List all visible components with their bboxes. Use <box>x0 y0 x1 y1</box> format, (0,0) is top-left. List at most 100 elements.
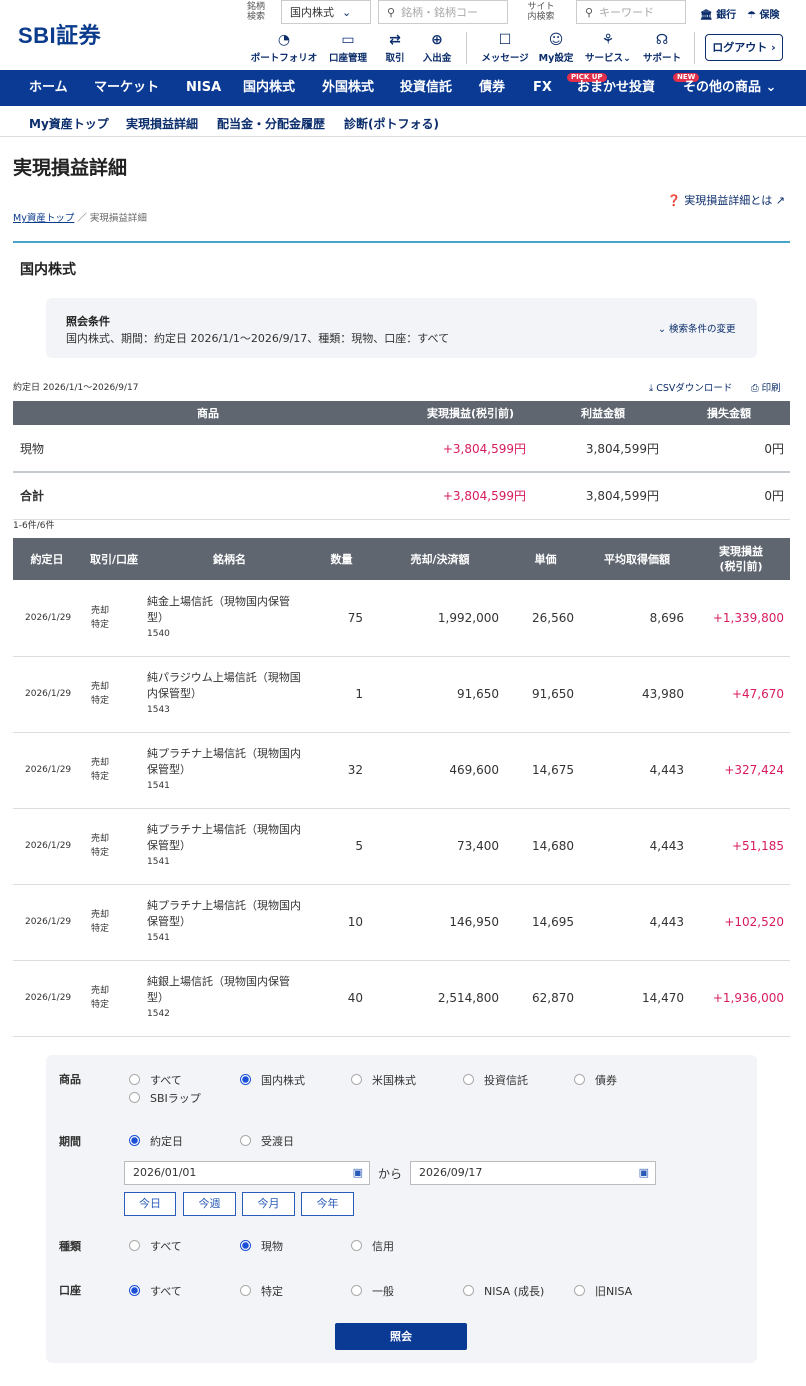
breadcrumb-home[interactable]: My資産トップ <box>13 213 74 224</box>
price-cell: 62,870 <box>509 960 582 1037</box>
price-cell: 26,560 <box>509 580 582 657</box>
nav-funds[interactable]: 投資信託 <box>400 70 452 106</box>
help-link[interactable]: ❓ 実現損益詳細とは ↗ <box>667 192 785 208</box>
product-radio[interactable]: SBIラップ <box>129 1090 201 1106</box>
nav-market[interactable]: マーケット <box>94 70 159 106</box>
csv-download-link[interactable]: ⤓ CSVダウンロード <box>649 380 732 394</box>
radio-icon <box>463 1074 474 1085</box>
section-title: 国内株式 <box>20 262 76 278</box>
this-month-button[interactable]: 今月 <box>242 1192 295 1216</box>
insurance-link[interactable]: ☂ 保険 <box>747 6 779 21</box>
date-from-field[interactable]: 2026/01/01 ▣ <box>124 1161 370 1185</box>
my-settings-button[interactable]: ☺ My設定 <box>537 32 575 64</box>
stock-name-cell: 純プラチナ上場信託（現物国内保管型） 1541 <box>147 808 312 885</box>
pie-chart-icon: ◔ <box>277 32 291 48</box>
account-radio[interactable]: すべて <box>129 1283 182 1299</box>
period-radio[interactable]: 受渡日 <box>240 1133 294 1149</box>
subnav-realized-pl[interactable]: 実現損益詳細 <box>126 115 198 132</box>
col-loss: 損失金額 <box>668 401 790 425</box>
product-radio[interactable]: 国内株式 <box>240 1072 305 1088</box>
trade-account-cell: 売却 特定 <box>81 884 147 961</box>
date-to-field[interactable]: 2026/09/17 ▣ <box>410 1161 656 1185</box>
stock-code: 1542 <box>147 1009 170 1019</box>
stock-name[interactable]: 純プラチナ上場信託（現物国内保管型） <box>147 746 304 778</box>
site-search-input[interactable]: ⚲ キーワード <box>576 0 686 24</box>
print-link[interactable]: ⎙ 印刷 <box>751 380 781 394</box>
total-label: 合計 <box>13 472 403 520</box>
main-nav: ホーム マーケット NISA 国内株式 外国株式 投資信託 債券 FX PICK… <box>0 70 806 106</box>
account-radio[interactable]: 一般 <box>351 1283 394 1299</box>
bank-icon: 🏛 <box>700 10 713 21</box>
services-button[interactable]: ⚘ サービス⌄ <box>583 32 633 64</box>
market-select-value: 国内株式 <box>290 6 334 19</box>
today-button[interactable]: 今日 <box>124 1192 176 1216</box>
product-radio[interactable]: 債券 <box>574 1072 617 1088</box>
stock-search-placeholder: 銘柄・銘柄コー <box>401 6 479 19</box>
sbi-logo[interactable]: SBI証券 <box>18 18 101 50</box>
subnav-diagnosis[interactable]: 診断(ポトフォる) <box>344 115 439 132</box>
account-button[interactable]: ▭ 口座管理 <box>326 32 370 64</box>
submit-button[interactable]: 照会 <box>335 1323 467 1350</box>
card-icon: ▭ <box>341 32 355 48</box>
nav-robo-investment[interactable]: おまかせ投資 <box>577 70 655 106</box>
product-radio[interactable]: すべて <box>129 1072 182 1088</box>
trade-type: 売却 <box>91 682 110 692</box>
trade-button[interactable]: ⇄ 取引 <box>381 32 409 64</box>
period-radio[interactable]: 約定日 <box>129 1133 183 1149</box>
realized-pl-cell: +1,936,000 <box>692 960 790 1037</box>
stock-search-input[interactable]: ⚲ 銘柄・銘柄コー <box>378 0 508 24</box>
date-from-value: 2026/01/01 <box>133 1166 197 1179</box>
bank-link[interactable]: 🏛 銀行 <box>700 6 736 21</box>
product-radio[interactable]: 米国株式 <box>351 1072 416 1088</box>
stock-name[interactable]: 純プラチナ上場信託（現物国内保管型） <box>147 822 304 854</box>
avg-cost-cell: 8,696 <box>582 580 692 657</box>
account-radio[interactable]: 旧NISA <box>574 1283 632 1299</box>
period-option-label: 約定日 <box>150 1135 183 1148</box>
product-option-label: 債券 <box>595 1074 617 1087</box>
type-radio[interactable]: すべて <box>129 1238 182 1254</box>
nav-domestic-stocks[interactable]: 国内株式 <box>243 70 295 106</box>
subnav-dividend-history[interactable]: 配当金・分配金履歴 <box>217 115 325 132</box>
radio-icon <box>574 1285 585 1296</box>
type-radio[interactable]: 現物 <box>240 1238 283 1254</box>
search-icon: ⚲ <box>585 5 594 19</box>
account-radio[interactable]: 特定 <box>240 1283 283 1299</box>
csv-download-label: CSVダウンロード <box>656 383 733 394</box>
type-radio[interactable]: 信用 <box>351 1238 394 1254</box>
nav-fx[interactable]: FX <box>533 70 552 106</box>
product-radio[interactable]: 投資信託 <box>463 1072 528 1088</box>
this-year-button[interactable]: 今年 <box>301 1192 354 1216</box>
radio-icon <box>129 1135 140 1146</box>
print-icon: ⎙ <box>751 383 759 394</box>
qty-cell: 40 <box>312 960 371 1037</box>
stock-name[interactable]: 純パラジウム上場信託（現物国内保管型） <box>147 670 304 702</box>
nav-home[interactable]: ホーム <box>29 70 68 106</box>
qty-cell: 75 <box>312 580 371 657</box>
amount-cell: 2,514,800 <box>371 960 509 1037</box>
nav-foreign-stocks[interactable]: 外国株式 <box>322 70 374 106</box>
amount-cell: 146,950 <box>371 884 509 961</box>
account-radio[interactable]: NISA (成長) <box>463 1283 544 1299</box>
deposit-label: 入出金 <box>422 53 452 64</box>
account-option-label: 旧NISA <box>595 1285 633 1298</box>
change-conditions-link[interactable]: ⌄ 検索条件の変更 <box>658 321 736 335</box>
market-select[interactable]: 国内株式 ⌄ <box>281 0 371 24</box>
portfolio-button[interactable]: ◔ ポートフォリオ <box>249 32 319 64</box>
this-week-button[interactable]: 今週 <box>183 1192 236 1216</box>
deposit-button[interactable]: ⊕ 入出金 <box>420 32 454 64</box>
nav-nisa[interactable]: NISA <box>186 70 221 106</box>
trade-label: 取引 <box>385 53 405 64</box>
subnav-asset-top[interactable]: My資産トップ <box>29 115 109 132</box>
trade-account-cell: 売却 特定 <box>81 808 147 885</box>
insurance-link-label: 保険 <box>759 10 780 21</box>
message-button[interactable]: ☐ メッセージ <box>479 32 531 64</box>
stock-name[interactable]: 純金上場信託（現物国内保管型） <box>147 594 304 626</box>
nav-other-products[interactable]: その他の商品 ⌄ <box>683 70 776 106</box>
logout-button[interactable]: ログアウト › <box>705 34 783 61</box>
download-icon: ⤓ <box>649 383 654 394</box>
coin-icon: ⊕ <box>431 32 443 48</box>
nav-bonds[interactable]: 債券 <box>479 70 505 106</box>
support-button[interactable]: ☊ サポート <box>640 32 684 64</box>
stock-name[interactable]: 純プラチナ上場信託（現物国内保管型） <box>147 898 304 930</box>
stock-name[interactable]: 純銀上場信託（現物国内保管型） <box>147 974 304 1006</box>
